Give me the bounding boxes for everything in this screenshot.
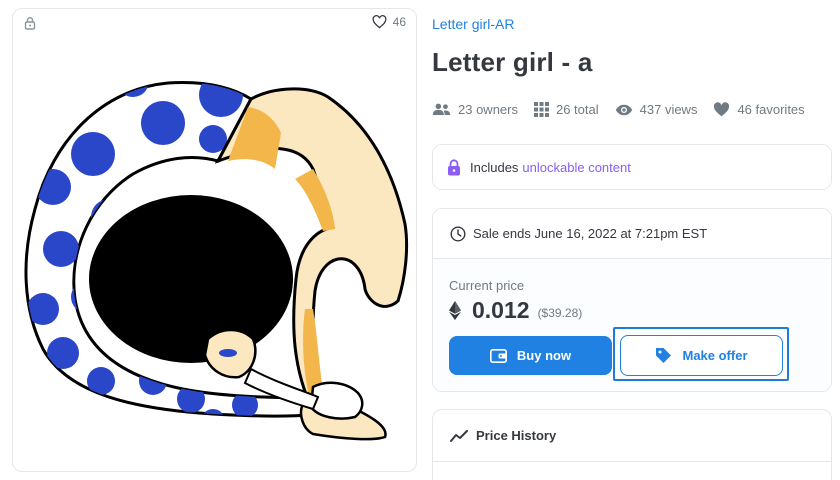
trend-icon <box>450 429 468 442</box>
price-row: 0.012 ($39.28) <box>449 297 582 324</box>
tag-icon <box>656 348 672 363</box>
price-eth: 0.012 <box>472 297 530 323</box>
item-stats: 23 owners 26 total 437 views 46 favorite… <box>432 102 821 117</box>
people-icon <box>432 103 451 116</box>
unlockable-content-banner[interactable]: Includes unlockable content <box>432 144 832 190</box>
clock-icon <box>450 225 466 242</box>
views-stat: 437 views <box>615 102 698 117</box>
eye-icon <box>615 104 632 115</box>
favorite-button[interactable]: 46 <box>372 15 406 29</box>
heart-outline-icon <box>372 15 387 29</box>
make-offer-label: Make offer <box>682 348 748 363</box>
artwork-card[interactable]: 46 <box>12 8 417 472</box>
artwork-image <box>24 81 409 441</box>
price-usd: ($39.28) <box>537 305 583 320</box>
owners-stat[interactable]: 23 owners <box>432 102 518 117</box>
wallet-icon <box>489 348 507 363</box>
stat-label: 437 views <box>639 102 698 117</box>
current-price-label: Current price <box>449 278 525 293</box>
price-history-panel[interactable]: Price History <box>432 409 832 480</box>
lock-icon <box>448 158 460 175</box>
favorites-count: 46 <box>392 15 406 29</box>
ethereum-icon <box>449 301 461 320</box>
price-history-header[interactable]: Price History <box>433 410 831 462</box>
heart-icon <box>714 102 730 117</box>
item-title: Letter girl - a <box>432 47 593 77</box>
favorites-stat[interactable]: 46 favorites <box>713 102 805 117</box>
sale-end-text: Sale ends June 16, 2022 at 7:21pm EST <box>473 226 708 241</box>
sale-end-row: Sale ends June 16, 2022 at 7:21pm EST <box>433 209 831 259</box>
buy-now-button[interactable]: Buy now <box>449 336 612 375</box>
stat-label: 46 favorites <box>737 102 805 117</box>
buy-now-label: Buy now <box>516 348 572 363</box>
total-stat: 26 total <box>533 102 599 117</box>
collection-link[interactable]: Letter girl-AR <box>432 16 514 32</box>
unlockable-link[interactable]: unlockable content <box>522 160 630 175</box>
make-offer-button[interactable]: Make offer <box>620 335 783 376</box>
artwork-header: 46 <box>13 9 416 37</box>
stat-label: 26 total <box>555 102 599 117</box>
grid-icon <box>533 102 549 117</box>
unlockable-prefix: Includes <box>470 159 519 175</box>
lock-icon <box>24 17 36 30</box>
stat-label: 23 owners <box>458 102 518 117</box>
price-history-title: Price History <box>476 428 557 443</box>
